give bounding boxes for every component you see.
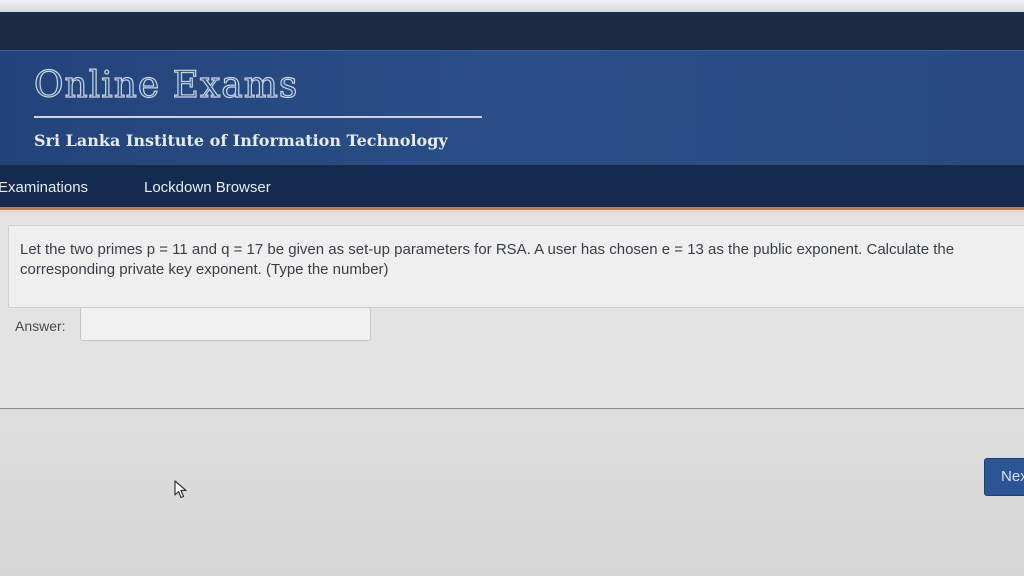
question-panel: Let the two primes p = 11 and q = 17 be … xyxy=(0,213,1024,409)
top-bar xyxy=(0,12,1024,50)
question-text: Let the two primes p = 11 and q = 17 be … xyxy=(20,241,955,278)
mouse-pointer-icon xyxy=(174,480,187,499)
site-header: Online Exams Sri Lanka Institute of Info… xyxy=(0,50,1024,165)
site-subtitle: Sri Lanka Institute of Information Techn… xyxy=(34,131,448,150)
site-title: Online Exams xyxy=(33,64,299,106)
next-button[interactable]: Next xyxy=(984,458,1024,496)
title-underline xyxy=(34,116,482,118)
monitor-bezel xyxy=(0,0,1024,12)
question-box: Let the two primes p = 11 and q = 17 be … xyxy=(8,225,1024,308)
nav-item-examinations[interactable]: Examinations xyxy=(0,179,88,196)
main-navigation: Examinations Lockdown Browser xyxy=(0,165,1024,210)
answer-input[interactable] xyxy=(80,307,371,341)
screen: Online Exams Sri Lanka Institute of Info… xyxy=(0,0,1024,576)
lower-area xyxy=(0,410,1024,576)
answer-label: Answer: xyxy=(15,318,66,334)
nav-item-lockdown-browser[interactable]: Lockdown Browser xyxy=(144,179,271,196)
